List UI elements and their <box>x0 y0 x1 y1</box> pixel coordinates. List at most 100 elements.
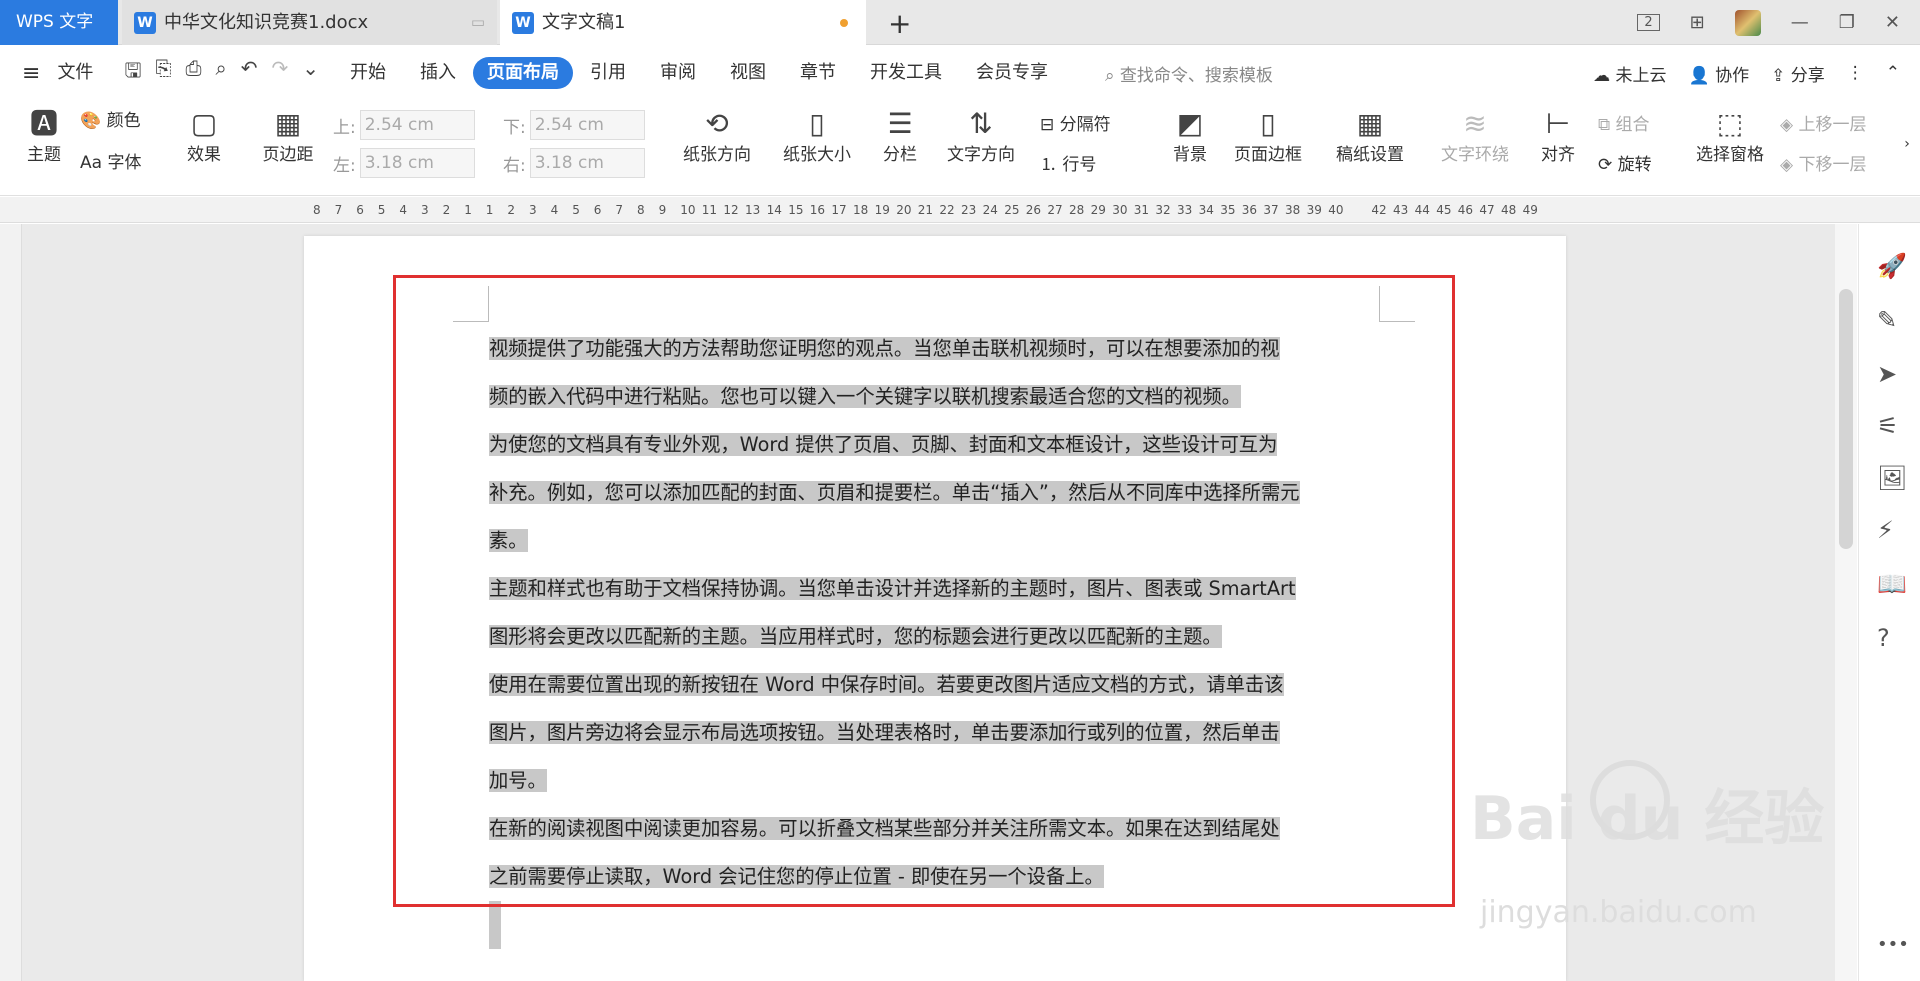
ruler-tick-label: 11 <box>701 203 718 217</box>
print-preview-icon[interactable]: ⌕ <box>215 56 226 90</box>
send-backward-button[interactable]: ◈ 下移一层 <box>1780 150 1896 175</box>
avatar[interactable] <box>1734 9 1761 36</box>
vertical-ruler[interactable] <box>0 224 22 981</box>
share-button[interactable]: ⇪ 分享 <box>1771 61 1825 86</box>
margin-right-value[interactable]: 3.18 cm <box>529 148 645 178</box>
pen-icon[interactable]: ✎ <box>1877 306 1897 334</box>
save-icon[interactable]: 🖫 <box>124 56 141 90</box>
page-count-icon[interactable]: 2 <box>1637 14 1660 31</box>
orientation-button[interactable]: ⟲ 纸张方向 <box>672 106 762 168</box>
ruler-tick-label: 34 <box>1198 203 1214 217</box>
ruler-tick-label: 31 <box>1133 203 1150 217</box>
wps-app-tab[interactable]: WPS 文字 <box>0 0 118 45</box>
ruler-tick-label: 28 <box>1069 203 1085 217</box>
rocket-icon[interactable]: 🚀 <box>1877 252 1907 280</box>
ruler-tick-label: 35 <box>1220 203 1236 217</box>
horizontal-ruler[interactable]: 8 7 6 5 4 3 2 1 1 2 3 4 5 6 7 8 9 10 11 12 13 14 15 16 17 18 19 20 2… <box>0 197 1920 223</box>
scrollbar-thumb[interactable] <box>1839 289 1853 549</box>
text-direction-button[interactable]: ⇅ 文字方向 <box>936 106 1026 168</box>
ruler-tick-label: 22 <box>939 203 955 217</box>
group-button[interactable]: ⧉ 组合 <box>1598 110 1680 135</box>
text-wrap-button[interactable]: ≋ 文字环绕 <box>1430 106 1520 168</box>
help-icon[interactable]: ? <box>1877 624 1890 652</box>
monitor-icon[interactable]: ▭ <box>471 0 485 45</box>
command-search[interactable]: ⌕ 查找命令、搜索模板 <box>1105 61 1273 86</box>
align-button[interactable]: ⊢ 对齐 <box>1530 106 1586 168</box>
file-menu[interactable]: 文件 <box>40 57 110 89</box>
columns-label: 分栏 <box>883 145 917 165</box>
margin-bottom-field[interactable]: 下: 2.54 cm <box>503 110 645 140</box>
line-number-button[interactable]: ⒈ 行号 <box>1040 150 1140 175</box>
minimize-icon[interactable]: — <box>1791 12 1809 33</box>
menu-item-member[interactable]: 会员专享 <box>959 57 1065 89</box>
cursor-icon[interactable]: ➤ <box>1877 360 1897 388</box>
menu-item-review[interactable]: 审阅 <box>643 57 713 89</box>
close-icon[interactable]: ✕ <box>1885 12 1900 33</box>
wrap-label: 文字环绕 <box>1441 145 1509 165</box>
columns-button[interactable]: ☰ 分栏 <box>872 106 928 168</box>
new-tab-button[interactable]: + <box>888 7 911 40</box>
grid-apps-icon[interactable]: ⊞ <box>1690 12 1705 33</box>
print-icon[interactable]: ⎙ <box>185 56 201 90</box>
book-icon[interactable]: 📖 <box>1877 570 1907 598</box>
vertical-scrollbar[interactable] <box>1835 224 1857 981</box>
menu-item-developer[interactable]: 开发工具 <box>853 57 959 89</box>
ruler-tick-label: 46 <box>1457 203 1474 217</box>
search-icon: ⌕ <box>1104 65 1115 86</box>
more-dots-icon[interactable]: ••• <box>1877 934 1909 955</box>
effect-button[interactable]: ▢ 效果 <box>174 106 234 168</box>
customize-chevron-down-icon[interactable]: ⌄ <box>302 56 319 90</box>
export-pdf-icon[interactable]: ⎘ <box>155 56 171 90</box>
menu-item-view[interactable]: 视图 <box>713 57 783 89</box>
margins-button[interactable]: ▦ 页边距 <box>250 106 326 168</box>
bring-forward-button[interactable]: ◈ 上移一层 <box>1780 110 1896 135</box>
selection-pane-button[interactable]: ⬚ 选择窗格 <box>1690 106 1770 168</box>
redo-icon[interactable]: ↷ <box>271 56 288 90</box>
theme-button[interactable]: 🅰 主题 <box>14 106 74 168</box>
menu-item-start[interactable]: 开始 <box>333 57 403 89</box>
lightning-icon[interactable]: ⚡ <box>1877 516 1894 544</box>
tab-document-1[interactable]: W 中华文化知识竞赛1.docx ▭ <box>122 0 497 45</box>
margin-top-value[interactable]: 2.54 cm <box>359 110 475 140</box>
more-icon[interactable]: ⋮ <box>1847 63 1864 83</box>
ruler-tick-label: 15 <box>788 203 804 217</box>
undo-icon[interactable]: ↶ <box>241 56 258 90</box>
margin-bottom-label: 下: <box>503 117 526 138</box>
separator-button[interactable]: ⊟ 分隔符 <box>1040 110 1140 135</box>
menu-item-references[interactable]: 引用 <box>573 57 643 89</box>
ruler-tick-label: 9 <box>658 203 667 217</box>
margin-right-field[interactable]: 右: 3.18 cm <box>503 148 645 178</box>
font-button[interactable]: Aa 字体 <box>80 148 170 173</box>
menu-item-page-layout[interactable]: 页面布局 <box>472 57 573 89</box>
margin-left-value[interactable]: 3.18 cm <box>359 148 475 178</box>
sliders-icon[interactable]: ⚟ <box>1877 412 1899 440</box>
background-button[interactable]: ◩ 背景 <box>1162 106 1218 168</box>
color-button[interactable]: 🎨 颜色 <box>80 106 170 131</box>
margin-top-field[interactable]: 上: 2.54 cm <box>333 110 475 140</box>
tab-label: 文字文稿1 <box>542 12 626 33</box>
cloud-status[interactable]: ☁ 未上云 <box>1593 61 1666 86</box>
margin-left-field[interactable]: 左: 3.18 cm <box>333 148 475 178</box>
ruler-tick-label: 8 <box>313 203 321 217</box>
tab-document-2[interactable]: W 文字文稿1 <box>500 0 866 45</box>
ribbon-scroll-right-icon[interactable]: › <box>1900 136 1914 152</box>
page-border-button[interactable]: ▯ 页面边框 <box>1228 106 1308 168</box>
text-wrap-icon: ≋ <box>1463 107 1487 140</box>
restore-icon[interactable]: ❐ <box>1839 12 1855 33</box>
ruler-tick-label: 47 <box>1479 203 1495 217</box>
collaborate-button[interactable]: 👤 协作 <box>1689 61 1750 86</box>
rotate-button[interactable]: ⟳ 旋转 <box>1598 150 1680 175</box>
text-direction-icon: ⇅ <box>969 107 993 140</box>
grid-paper-button[interactable]: ▦ 稿纸设置 <box>1330 106 1410 168</box>
hamburger-icon[interactable]: ≡ <box>0 61 40 86</box>
window-controls: 2 ⊞ — ❐ ✕ <box>1637 0 1920 45</box>
color-label: 颜色 <box>106 111 141 131</box>
menu-item-insert[interactable]: 插入 <box>403 57 473 89</box>
margin-bottom-value[interactable]: 2.54 cm <box>529 110 645 140</box>
image-edit-icon[interactable]: 🖼 <box>1877 464 1907 492</box>
ruler-tick-label: 42 <box>1371 203 1387 217</box>
ruler-tick-label: 5 <box>377 203 386 217</box>
collapse-ribbon-icon[interactable]: ⌃ <box>1886 63 1900 83</box>
paper-size-button[interactable]: ▯ 纸张大小 <box>772 106 862 168</box>
menu-item-chapter[interactable]: 章节 <box>783 57 853 89</box>
